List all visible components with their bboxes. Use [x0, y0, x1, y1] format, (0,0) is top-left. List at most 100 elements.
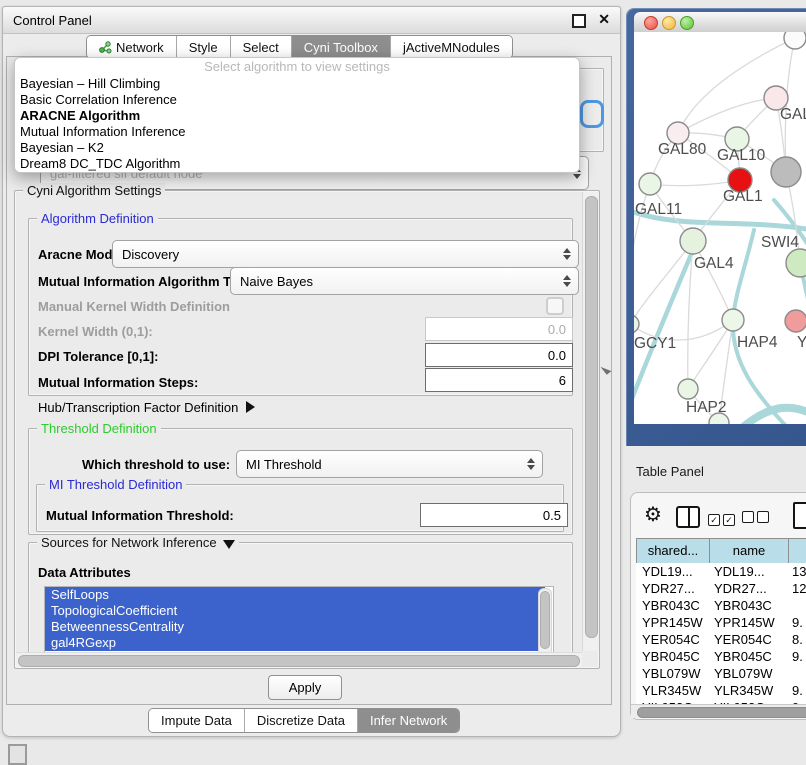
- tab-select[interactable]: Select: [230, 36, 291, 58]
- column-header[interactable]: shared...: [636, 538, 710, 564]
- control-panel-tabbar: Network Style Select Cyni ToolboxjActiveMNo…: [86, 35, 513, 59]
- node-label: GAL4: [694, 255, 734, 272]
- algorithm-dropdown-popup: Select algorithm to view settings Bayesi…: [14, 57, 580, 173]
- algorithm-option[interactable]: Dream8 DC_TDC Algorithm: [15, 156, 579, 172]
- settings-horizontal-scrollbar[interactable]: [16, 652, 582, 667]
- mi-steps-field[interactable]: 6: [425, 368, 573, 392]
- data-attributes-list[interactable]: SelfLoopsTopologicalCoefficientBetweenne…: [44, 586, 554, 656]
- combo-arrows-icon: [563, 248, 571, 260]
- network-node-gcy1[interactable]: [634, 315, 639, 333]
- table-cell: YDL19...: [708, 563, 786, 580]
- tab-cyni-toolbox[interactable]: Cyni Toolbox: [291, 36, 390, 58]
- node-label: SWI4: [761, 234, 799, 251]
- attributes-list-scrollbar[interactable]: [538, 588, 552, 656]
- close-icon[interactable]: ✕: [598, 11, 610, 28]
- dpi-tolerance-label: DPI Tolerance [0,1]:: [38, 349, 158, 364]
- hub-section-toggle[interactable]: Hub/Transcription Factor Definition: [38, 400, 255, 415]
- network-view-canvas[interactable]: GAL7GAL80GAL10GAL1GAL11GAL4SWI4HAP4YGCY1…: [634, 32, 806, 424]
- minimize-traffic-light-icon[interactable]: [662, 16, 676, 30]
- algorithm-option[interactable]: Bayesian – Hill Climbing: [15, 76, 579, 92]
- float-window-icon[interactable]: [572, 14, 586, 28]
- dpi-tolerance-value: 0.0: [548, 348, 566, 363]
- network-node-gal4[interactable]: [680, 228, 706, 254]
- table-body: YDL19...YDL19...13YDR27...YDR27...12YBR0…: [636, 563, 806, 716]
- attribute-list-item[interactable]: TopologicalCoefficient: [45, 603, 545, 619]
- table-cell: YDL19...: [636, 563, 708, 580]
- network-node-hap4[interactable]: [722, 309, 744, 331]
- network-node[interactable]: [771, 157, 801, 187]
- mi-algorithm-type-value: Naive Bayes: [240, 274, 313, 289]
- network-node-y[interactable]: [785, 310, 806, 332]
- attribute-list-item[interactable]: SelfLoops: [45, 587, 545, 603]
- algorithm-option[interactable]: Bayesian – K2: [15, 140, 579, 156]
- which-threshold-value: MI Threshold: [246, 457, 322, 472]
- network-node-gal11[interactable]: [639, 173, 661, 195]
- which-threshold-combo[interactable]: MI Threshold: [236, 450, 543, 478]
- network-node-swi4[interactable]: [786, 249, 806, 277]
- network-node-hap2[interactable]: [678, 379, 698, 399]
- algorithm-option[interactable]: Mutual Information Inference: [15, 124, 579, 140]
- mi-threshold-field[interactable]: 0.5: [420, 503, 568, 527]
- apply-button-label: Apply: [289, 680, 322, 695]
- attribute-list-item[interactable]: BetweennessCentrality: [45, 619, 545, 635]
- attribute-list-item[interactable]: gal4RGexp: [45, 635, 545, 651]
- tab-jactivemnodules[interactable]: jActiveMNodules: [390, 36, 512, 58]
- tab-discretize-data[interactable]: Discretize Data: [244, 709, 357, 732]
- network-icon: [99, 41, 112, 54]
- settings-vertical-scrollbar[interactable]: [582, 192, 599, 651]
- dpi-tolerance-field[interactable]: 0.0: [425, 343, 573, 367]
- table-row[interactable]: YDL19...YDL19...13: [636, 563, 806, 580]
- mi-steps-label: Mutual Information Steps:: [38, 375, 198, 390]
- table-cell: YBR043C: [708, 597, 786, 614]
- close-traffic-light-icon[interactable]: [644, 16, 658, 30]
- popup-prompt: Select algorithm to view settings: [15, 58, 579, 76]
- tab-impute-data[interactable]: Impute Data: [149, 709, 244, 732]
- control-panel-titlebar: Control Panel ✕: [3, 7, 620, 34]
- aracne-mode-combo[interactable]: Discovery: [112, 240, 579, 268]
- table-row[interactable]: YPR145WYPR145W9.: [636, 614, 806, 631]
- maximize-traffic-light-icon[interactable]: [680, 16, 694, 30]
- algorithm-option[interactable]: ARACNE Algorithm: [15, 108, 579, 124]
- table-cell: YLR345W: [636, 682, 708, 699]
- mi-algorithm-type-combo[interactable]: Naive Bayes: [230, 267, 579, 295]
- expanded-arrow-icon: [223, 540, 235, 549]
- table-row[interactable]: YBR045CYBR045C9.: [636, 648, 806, 665]
- table-cell: 12: [786, 580, 806, 597]
- table-row[interactable]: YDR27...YDR27...12: [636, 580, 806, 597]
- network-window-titlebar[interactable]: [634, 12, 806, 33]
- table-row[interactable]: YLR345WYLR345W9.: [636, 682, 806, 699]
- algorithm-definition-title: Algorithm Definition: [37, 211, 158, 226]
- table-row[interactable]: YBR043CYBR043C: [636, 597, 806, 614]
- table-cell: 9.: [786, 648, 806, 665]
- network-node[interactable]: [784, 32, 806, 49]
- sources-group-title[interactable]: Sources for Network Inference: [37, 535, 239, 550]
- tab-label: Select: [243, 40, 279, 55]
- apply-button[interactable]: Apply: [268, 675, 342, 700]
- table-cell: YBL079W: [708, 665, 786, 682]
- columns-icon[interactable]: [676, 506, 700, 528]
- algorithm-option[interactable]: Basic Correlation Inference: [15, 92, 579, 108]
- tab-infer-network[interactable]: Infer Network: [357, 709, 459, 732]
- document-icon[interactable]: [793, 502, 806, 529]
- table-cell: YER054C: [708, 631, 786, 648]
- tab-style[interactable]: Style: [176, 36, 230, 58]
- table-cell: YBL079W: [636, 665, 708, 682]
- table-row[interactable]: YBL079WYBL079W: [636, 665, 806, 682]
- column-header[interactable]: A: [789, 538, 806, 564]
- table-horizontal-scrollbar[interactable]: [631, 704, 806, 718]
- node-label: GCY1: [634, 335, 676, 352]
- screen: { "colors": { "selection_blue": "#3b63cb…: [0, 0, 806, 762]
- gear-icon[interactable]: ⚙: [644, 502, 662, 527]
- column-header[interactable]: name: [710, 538, 789, 564]
- tab-network[interactable]: Network: [87, 36, 176, 58]
- mi-threshold-value: 0.5: [543, 508, 561, 523]
- which-threshold-label: Which threshold to use:: [82, 457, 230, 472]
- tab-label: Style: [189, 40, 218, 55]
- algorithm-combo-focus-button[interactable]: [580, 100, 604, 128]
- sources-title-text: Sources for Network Inference: [41, 535, 217, 550]
- deselect-all-checkboxes-icon[interactable]: [742, 511, 772, 526]
- manual-kernel-width-checkbox[interactable]: [546, 297, 564, 315]
- select-all-checkboxes-icon[interactable]: ✓✓: [708, 511, 738, 526]
- table-row[interactable]: YER054CYER054C8.: [636, 631, 806, 648]
- kernel-width-field[interactable]: 0.0: [425, 317, 573, 341]
